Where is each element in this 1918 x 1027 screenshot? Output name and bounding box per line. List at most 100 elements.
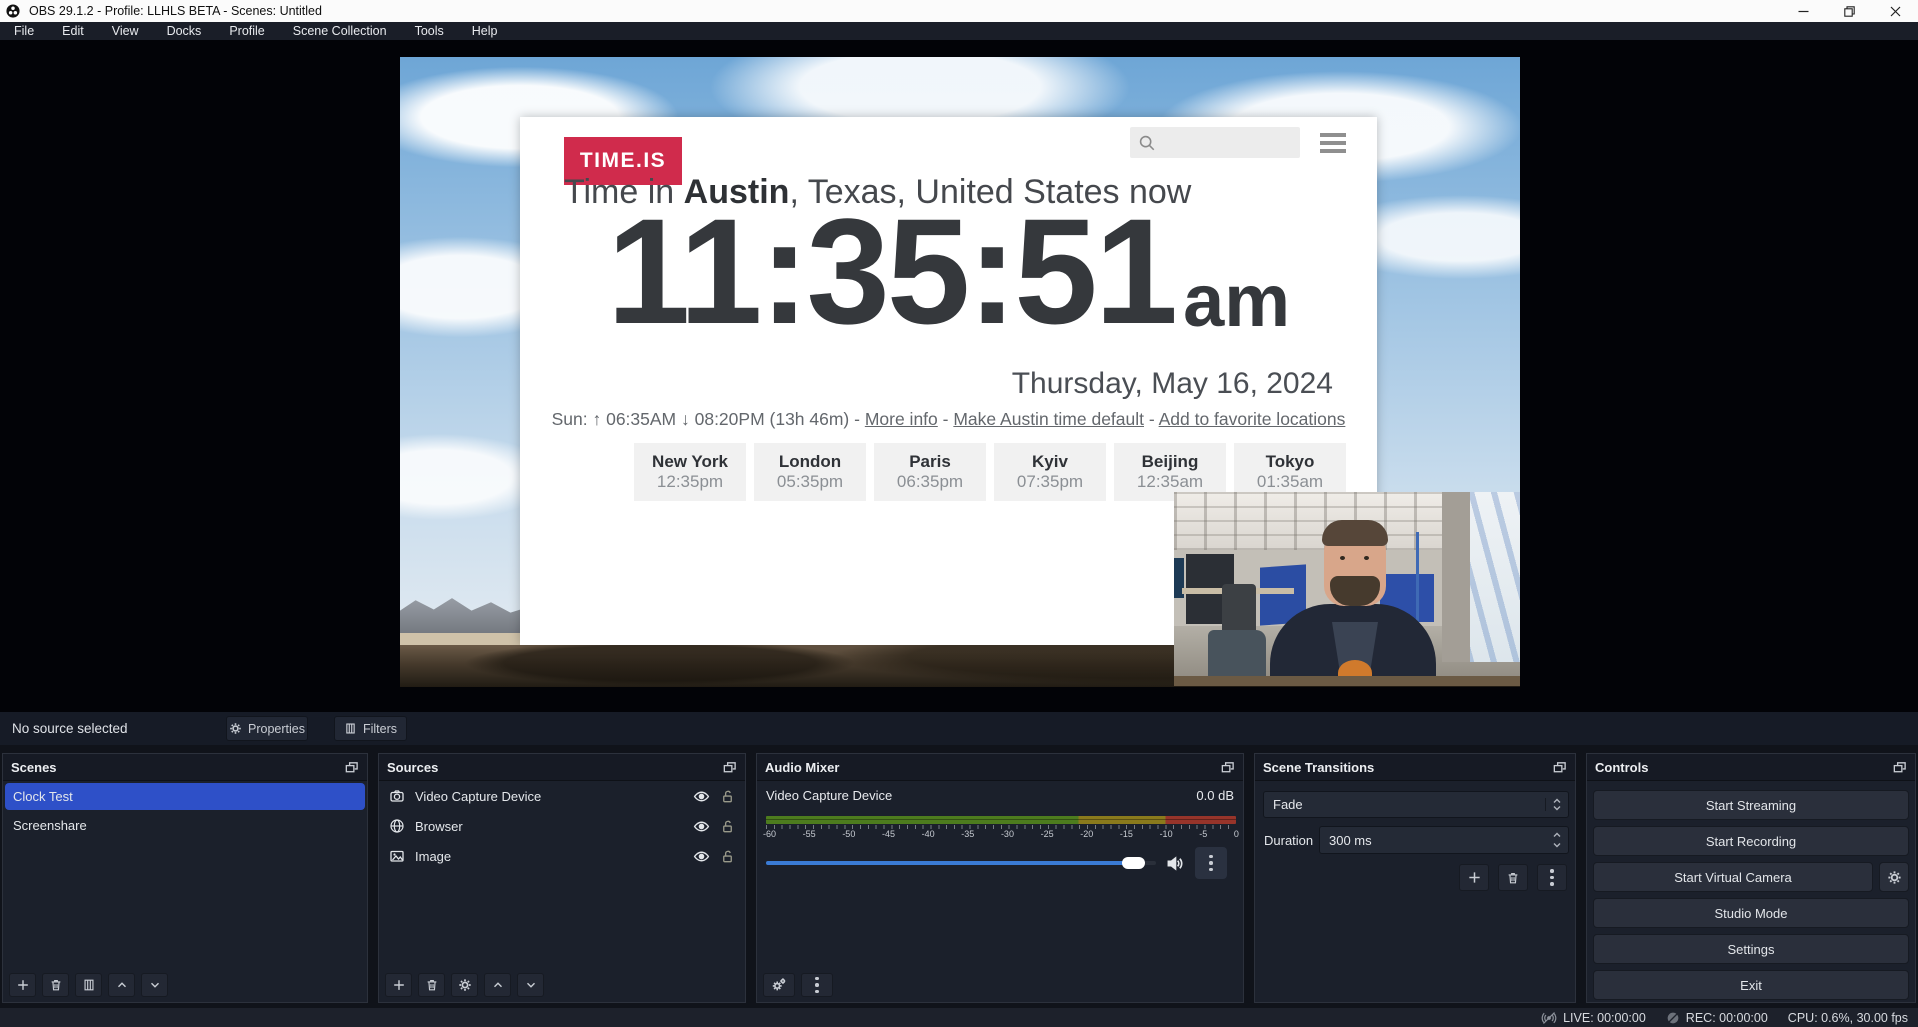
close-button[interactable]: [1872, 0, 1918, 22]
source-row-video-capture[interactable]: Video Capture Device: [379, 781, 745, 811]
menu-view[interactable]: View: [98, 22, 153, 40]
source-properties-button[interactable]: [451, 973, 478, 997]
rec-time: REC: 00:00:00: [1686, 1011, 1768, 1025]
double-gear-icon: [771, 977, 787, 993]
menu-edit[interactable]: Edit: [48, 22, 98, 40]
popout-icon[interactable]: [344, 760, 359, 775]
volume-slider-handle[interactable]: [1122, 857, 1145, 869]
program-video[interactable]: TIME.IS Time in Austin, Texas, United St…: [400, 57, 1520, 687]
meter-tick-labels: -60 -55 -50 -45 -40 -35 -30 -25 -20 -15 …: [763, 829, 1239, 839]
tick-label: -10: [1160, 829, 1173, 839]
city-name: Kyiv: [1032, 452, 1068, 472]
gear-icon: [458, 978, 472, 992]
lock-open-icon[interactable]: [720, 819, 735, 834]
chevron-down-icon: [148, 978, 162, 992]
mixer-channel-menu-button[interactable]: [1195, 847, 1227, 879]
city-name: New York: [652, 452, 728, 472]
popout-icon[interactable]: [1892, 760, 1907, 775]
hamburger-menu-icon: [1320, 133, 1346, 157]
scene-item-screenshare[interactable]: Screenshare: [5, 812, 365, 839]
eye-icon[interactable]: [693, 848, 710, 865]
dock-area: Scenes Clock Test Screenshare: [0, 745, 1918, 1008]
tick-label: -60: [763, 829, 776, 839]
volume-meter: [766, 816, 1236, 824]
spin-arrows-icon[interactable]: [1552, 832, 1562, 848]
more-info-link: More info: [865, 409, 938, 429]
properties-button[interactable]: Properties: [226, 716, 308, 741]
controls-title: Controls: [1595, 760, 1648, 775]
scene-filters-button[interactable]: [75, 973, 102, 997]
move-scene-up-button[interactable]: [108, 973, 135, 997]
remove-scene-button[interactable]: [42, 973, 69, 997]
transition-menu-button[interactable]: [1537, 864, 1567, 891]
restore-button[interactable]: [1826, 0, 1872, 22]
menu-help[interactable]: Help: [458, 22, 512, 40]
mixer-menu-button[interactable]: [801, 973, 833, 997]
menu-scene-collection[interactable]: Scene Collection: [279, 22, 401, 40]
audio-mixer-panel: Audio Mixer Video Capture Device 0.0 dB …: [756, 753, 1244, 1003]
eye-icon[interactable]: [693, 788, 710, 805]
filters-button[interactable]: Filters: [334, 716, 407, 741]
preview-area[interactable]: TIME.IS Time in Austin, Texas, United St…: [0, 40, 1918, 712]
start-virtual-camera-button[interactable]: Start Virtual Camera: [1593, 862, 1873, 892]
popout-icon[interactable]: [1552, 760, 1567, 775]
source-label: Image: [415, 849, 683, 864]
transitions-title: Scene Transitions: [1263, 760, 1374, 775]
lock-open-icon[interactable]: [720, 849, 735, 864]
sun-line: Sun: ↑ 06:35AM ↓ 08:20PM (13h 46m) - Mor…: [520, 409, 1377, 430]
source-row-browser[interactable]: Browser: [379, 811, 745, 841]
scenes-panel: Scenes Clock Test Screenshare: [2, 753, 368, 1003]
add-transition-button[interactable]: [1459, 864, 1489, 891]
virtual-camera-settings-button[interactable]: [1879, 862, 1909, 892]
controls-header: Controls: [1587, 754, 1915, 781]
move-scene-down-button[interactable]: [141, 973, 168, 997]
webcam-person-eye: [1340, 556, 1345, 560]
city-london: London 05:35pm: [754, 443, 866, 501]
webcam-scene-pillar: [1442, 492, 1470, 662]
speaker-icon[interactable]: [1166, 854, 1185, 873]
clock-time: 11:35:51: [607, 213, 1175, 330]
move-source-down-button[interactable]: [517, 973, 544, 997]
move-source-up-button[interactable]: [484, 973, 511, 997]
clock: 11:35:51 am: [520, 213, 1377, 330]
studio-mode-button[interactable]: Studio Mode: [1593, 898, 1909, 928]
settings-button[interactable]: Settings: [1593, 934, 1909, 964]
gear-icon: [1887, 870, 1902, 885]
duration-spinbox[interactable]: 300 ms: [1319, 826, 1569, 854]
volume-slider-row: [766, 846, 1236, 880]
add-source-button[interactable]: [385, 973, 412, 997]
popout-icon[interactable]: [722, 760, 737, 775]
window-controls: [1780, 0, 1918, 22]
exit-button[interactable]: Exit: [1593, 970, 1909, 1000]
lock-open-icon[interactable]: [720, 789, 735, 804]
city-name: Tokyo: [1266, 452, 1315, 472]
webcam-scene-desk: [1174, 676, 1520, 686]
menu-tools[interactable]: Tools: [401, 22, 458, 40]
rec-status: REC: 00:00:00: [1666, 1011, 1768, 1025]
sun-info: Sun: ↑ 06:35AM ↓ 08:20PM (13h 46m) -: [552, 409, 865, 429]
remove-source-button[interactable]: [418, 973, 445, 997]
chevron-up-icon: [491, 978, 505, 992]
city-name: Paris: [909, 452, 951, 472]
menu-file[interactable]: File: [0, 22, 48, 40]
plus-icon: [392, 978, 406, 992]
kebab-icon: [815, 977, 819, 994]
minimize-button[interactable]: [1780, 0, 1826, 22]
menu-docks[interactable]: Docks: [153, 22, 216, 40]
cpu-fps-text: CPU: 0.6%, 30.00 fps: [1788, 1011, 1908, 1025]
add-scene-button[interactable]: [9, 973, 36, 997]
start-recording-button[interactable]: Start Recording: [1593, 826, 1909, 856]
remove-transition-button[interactable]: [1498, 864, 1528, 891]
scene-item-clock-test[interactable]: Clock Test: [5, 783, 365, 810]
trash-icon: [425, 978, 439, 992]
transition-select[interactable]: Fade: [1263, 791, 1569, 818]
source-row-image[interactable]: Image: [379, 841, 745, 871]
volume-slider[interactable]: [766, 861, 1156, 865]
duration-value: 300 ms: [1329, 833, 1372, 848]
popout-icon[interactable]: [1220, 760, 1235, 775]
menu-profile[interactable]: Profile: [215, 22, 278, 40]
eye-icon[interactable]: [693, 818, 710, 835]
audio-mixer-title: Audio Mixer: [765, 760, 839, 775]
advanced-audio-button[interactable]: [763, 973, 795, 997]
start-streaming-button[interactable]: Start Streaming: [1593, 790, 1909, 820]
